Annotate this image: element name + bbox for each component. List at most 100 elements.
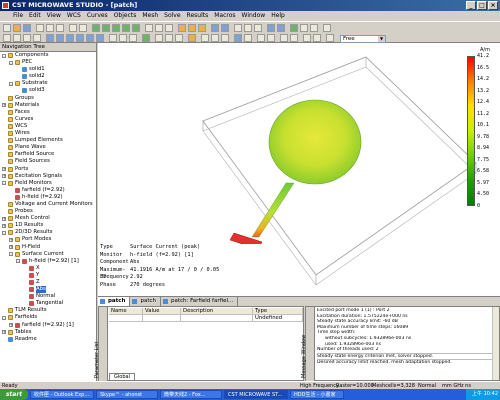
close-button[interactable]: × (488, 1, 498, 10)
sphere-icon[interactable] (102, 24, 110, 32)
pan-icon[interactable] (23, 34, 31, 42)
view-left-icon[interactable] (66, 34, 74, 42)
tree-item[interactable]: Farfield Source (0, 151, 96, 158)
menu-objects[interactable]: Objects (111, 11, 140, 21)
tree-item[interactable]: Curves (0, 116, 96, 123)
tree-item[interactable]: + Excitation Signals (0, 173, 96, 180)
task-skype[interactable]: Skype™ - ahonst (96, 390, 158, 399)
expand-icon[interactable]: + (2, 167, 6, 171)
col-name[interactable]: Name (109, 308, 143, 315)
cone-icon[interactable] (122, 24, 130, 32)
cylinder-icon[interactable] (112, 24, 120, 32)
task-cst[interactable]: CST MICROWAVE ST... (224, 390, 288, 399)
tree-item[interactable]: + Ports (0, 166, 96, 173)
tree-item[interactable]: Plane Wave (0, 144, 96, 151)
tree-item[interactable]: + Mesh Control (0, 215, 96, 222)
tree-item[interactable]: Tangential (0, 300, 96, 307)
tab-global[interactable]: Global (109, 373, 135, 380)
expand-icon[interactable]: + (9, 323, 13, 328)
tree-item[interactable]: Readme (0, 336, 96, 343)
cut-icon[interactable] (36, 24, 44, 32)
tree-item[interactable]: + Port Modes (0, 236, 96, 243)
view-right-icon[interactable] (76, 34, 84, 42)
menu-results[interactable]: Results (184, 11, 212, 21)
tree-item[interactable]: solid3 (0, 87, 96, 94)
tree-item[interactable]: - PEC (0, 59, 96, 66)
animate-icon[interactable] (201, 34, 209, 42)
view-mode-select[interactable]: Free ▼ (340, 35, 386, 43)
tree-item[interactable]: Wires (0, 130, 96, 137)
tree-item[interactable]: Y (0, 272, 96, 279)
rotate-view-icon[interactable] (33, 34, 41, 42)
grid-icon[interactable] (165, 34, 173, 42)
transform-icon[interactable] (211, 24, 219, 32)
boolean-add-icon[interactable] (178, 24, 186, 32)
menu-curves[interactable]: Curves (84, 11, 111, 21)
save-icon[interactable] (23, 24, 31, 32)
color-ramp-icon[interactable] (221, 34, 229, 42)
field-contour-icon[interactable] (326, 34, 334, 42)
menu-view[interactable]: View (44, 11, 64, 21)
transparency-icon[interactable] (119, 34, 127, 42)
tree-item[interactable]: - Field Monitors (0, 180, 96, 187)
redo-icon[interactable] (79, 24, 87, 32)
menu-wcs[interactable]: WCS (64, 11, 84, 21)
collapse-icon[interactable]: - (9, 81, 13, 86)
mesh-view-icon[interactable] (267, 24, 275, 32)
loft-icon[interactable] (165, 24, 173, 32)
menu-file[interactable]: File (10, 11, 26, 21)
menu-help[interactable]: Help (268, 11, 288, 21)
tree-item[interactable]: + Materials (0, 102, 96, 109)
tab-patch[interactable]: patch (98, 297, 131, 306)
expand-icon[interactable]: + (2, 330, 6, 335)
boolean-intersect-icon[interactable] (198, 24, 206, 32)
task-outlook[interactable]: 收件匣 - Outlook Exp... (30, 390, 94, 399)
view-cube-icon[interactable] (257, 34, 265, 42)
collapse-icon[interactable]: - (2, 181, 6, 186)
tree-item[interactable]: Normal (0, 293, 96, 300)
maximize-button[interactable]: □ (477, 1, 487, 10)
boolean-subtract-icon[interactable] (188, 24, 196, 32)
task-foxit[interactable]: 微带天线2 - Fox... (160, 390, 222, 399)
tree-item[interactable]: Faces (0, 109, 96, 116)
paste-icon[interactable] (56, 24, 64, 32)
tree-item[interactable]: Field Sources (0, 158, 96, 165)
pick-face-icon[interactable] (254, 24, 262, 32)
start-button[interactable]: start (0, 389, 28, 400)
extrude-icon[interactable] (145, 24, 153, 32)
collapse-icon[interactable]: - (16, 259, 20, 264)
collapse-icon[interactable]: - (9, 60, 13, 65)
tree-item[interactable]: - Surface Current (0, 251, 96, 258)
menu-mesh[interactable]: Mesh (139, 11, 161, 21)
view-back-icon[interactable] (56, 34, 64, 42)
table-row[interactable]: Undefined (109, 315, 303, 322)
view-bottom-icon[interactable] (96, 34, 104, 42)
tab-patch-2[interactable]: patch (130, 297, 161, 306)
tree-item[interactable]: + Tables (0, 329, 96, 336)
wireframe-icon[interactable] (109, 34, 117, 42)
collapse-icon[interactable]: - (2, 53, 6, 58)
tree-item[interactable]: - Substrate (0, 80, 96, 87)
menu-macros[interactable]: Macros (211, 11, 238, 21)
rotate-icon[interactable] (155, 24, 163, 32)
tree-item[interactable]: solid1 (0, 66, 96, 73)
zoom-fit-icon[interactable] (13, 34, 21, 42)
message-scrollbar[interactable] (492, 307, 499, 380)
copy-icon[interactable] (46, 24, 54, 32)
field-arrows-icon[interactable] (313, 34, 321, 42)
tree-item[interactable]: +1D Results (0, 222, 96, 229)
tree-item[interactable]: + H-Field (0, 244, 96, 251)
expand-icon[interactable]: + (9, 245, 13, 250)
pick-edge-icon[interactable] (244, 24, 252, 32)
help-icon[interactable] (323, 24, 331, 32)
cutting-plane-icon[interactable] (129, 34, 137, 42)
align-icon[interactable] (221, 24, 229, 32)
bounding-box-icon[interactable] (175, 34, 183, 42)
tree-item[interactable]: - h-field (f=2.92) [1] (0, 258, 96, 265)
new-file-icon[interactable] (3, 24, 11, 32)
field-plot-icon[interactable] (303, 34, 311, 42)
view-top-icon[interactable] (86, 34, 94, 42)
expand-icon[interactable]: + (9, 237, 13, 242)
port-icon[interactable] (277, 24, 285, 32)
boundary-icon[interactable] (300, 24, 308, 32)
